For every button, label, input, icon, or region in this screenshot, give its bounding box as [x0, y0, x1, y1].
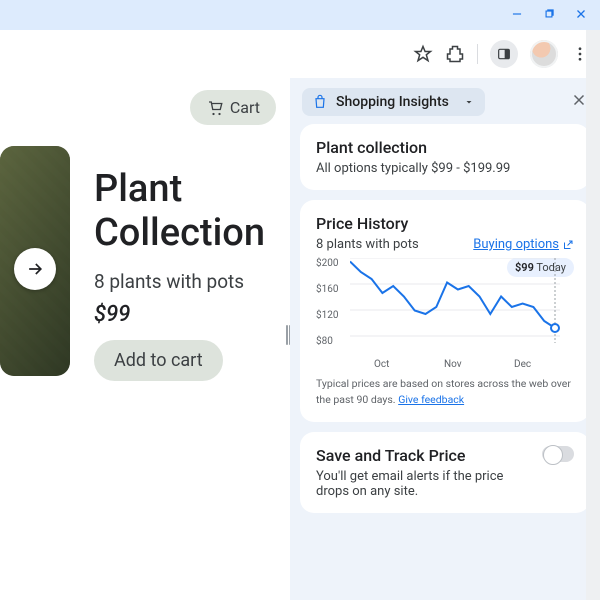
price-history-card: Price History 8 plants with pots Buying … — [300, 200, 590, 422]
shopping-insights-panel: Shopping Insights Plant collection All o… — [290, 78, 600, 600]
y-tick: $160 — [316, 284, 338, 295]
save-track-card: Save and Track Price You'll get email al… — [300, 432, 590, 513]
price-history-title: Price History — [316, 214, 574, 233]
chevron-down-icon — [463, 96, 475, 108]
add-to-cart-button[interactable]: Add to cart — [94, 340, 223, 381]
product-page: Cart PlantCollection 8 plants with pots … — [0, 78, 290, 600]
x-tick: Oct — [374, 359, 389, 370]
summary-title: Plant collection — [316, 138, 574, 157]
product-subtitle: 8 plants with pots — [94, 270, 244, 293]
save-track-title: Save and Track Price — [316, 446, 530, 465]
y-tick: $200 — [316, 258, 338, 269]
x-tick: Nov — [444, 359, 462, 370]
external-link-icon — [562, 239, 574, 251]
toolbar-divider — [477, 44, 478, 64]
bookmark-star-icon[interactable] — [413, 44, 433, 64]
minimize-icon[interactable] — [510, 6, 524, 25]
y-tick: $80 — [316, 336, 333, 347]
x-tick: Dec — [514, 359, 531, 370]
save-track-desc: You'll get email alerts if the price dro… — [316, 469, 530, 499]
cart-button[interactable]: Cart — [190, 90, 276, 125]
carousel-next-button[interactable] — [14, 248, 56, 290]
chart-footer: Typical prices are based on stores acros… — [316, 376, 574, 408]
summary-subtitle: All options typically $99 - $199.99 — [316, 161, 574, 176]
summary-card: Plant collection All options typically $… — [300, 124, 590, 190]
arrow-right-icon — [25, 259, 45, 279]
cart-icon — [206, 99, 224, 117]
give-feedback-link[interactable]: Give feedback — [398, 393, 464, 406]
shopping-bag-icon — [312, 94, 328, 110]
cart-label: Cart — [230, 98, 260, 117]
chart-line — [350, 258, 560, 354]
dropdown-label: Shopping Insights — [336, 94, 449, 110]
extensions-icon[interactable] — [445, 44, 465, 64]
close-icon[interactable] — [574, 6, 588, 25]
restore-icon[interactable] — [542, 6, 556, 25]
side-panel-icon[interactable] — [490, 40, 518, 68]
profile-avatar[interactable] — [530, 40, 558, 68]
price-history-chart: $200 $160 $120 $80 Oct Nov Dec — [316, 258, 574, 370]
panel-title-dropdown[interactable]: Shopping Insights — [302, 88, 485, 116]
buying-options-link[interactable]: Buying options — [473, 237, 574, 252]
window-titlebar — [0, 0, 600, 30]
scrollbar-gutter — [586, 30, 600, 600]
browser-toolbar — [0, 30, 600, 78]
track-price-toggle[interactable] — [542, 446, 574, 462]
product-price: $99 — [94, 302, 130, 327]
price-history-subtitle: 8 plants with pots — [316, 237, 419, 252]
y-tick: $120 — [316, 310, 338, 321]
product-title: PlantCollection — [94, 168, 265, 255]
